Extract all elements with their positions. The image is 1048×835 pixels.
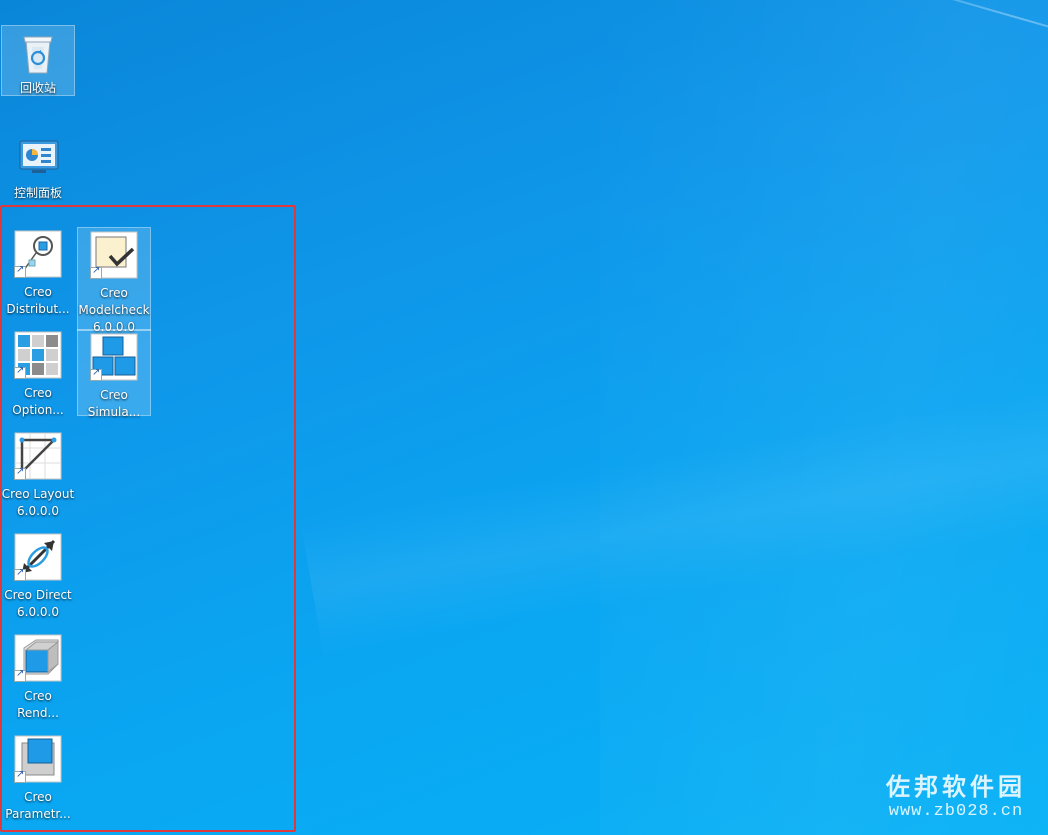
wallpaper-light-glow [600, 0, 1048, 835]
selection-highlight-box [0, 205, 296, 832]
watermark-title: 佐邦软件园 [886, 772, 1026, 801]
wallpaper-light-band [300, 363, 1048, 658]
control-panel-icon [14, 133, 62, 181]
wallpaper-light-beam [819, 0, 1048, 78]
recycle-bin-label: 回收站 [19, 81, 56, 95]
watermark-url: www.zb028.cn [888, 802, 1024, 821]
recycle-bin-icon [14, 29, 62, 77]
recycle-bin-shortcut[interactable]: 回收站 [1, 25, 75, 96]
control-panel-label: 控制面板 [13, 186, 62, 200]
watermark: 佐邦软件园 www.zb028.cn [886, 767, 1026, 821]
desktop-background[interactable]: 回收站 控制面板 ↗ Creo Distribut... ↗ Creo Mode… [0, 0, 1048, 835]
control-panel-shortcut[interactable]: 控制面板 [1, 130, 75, 200]
